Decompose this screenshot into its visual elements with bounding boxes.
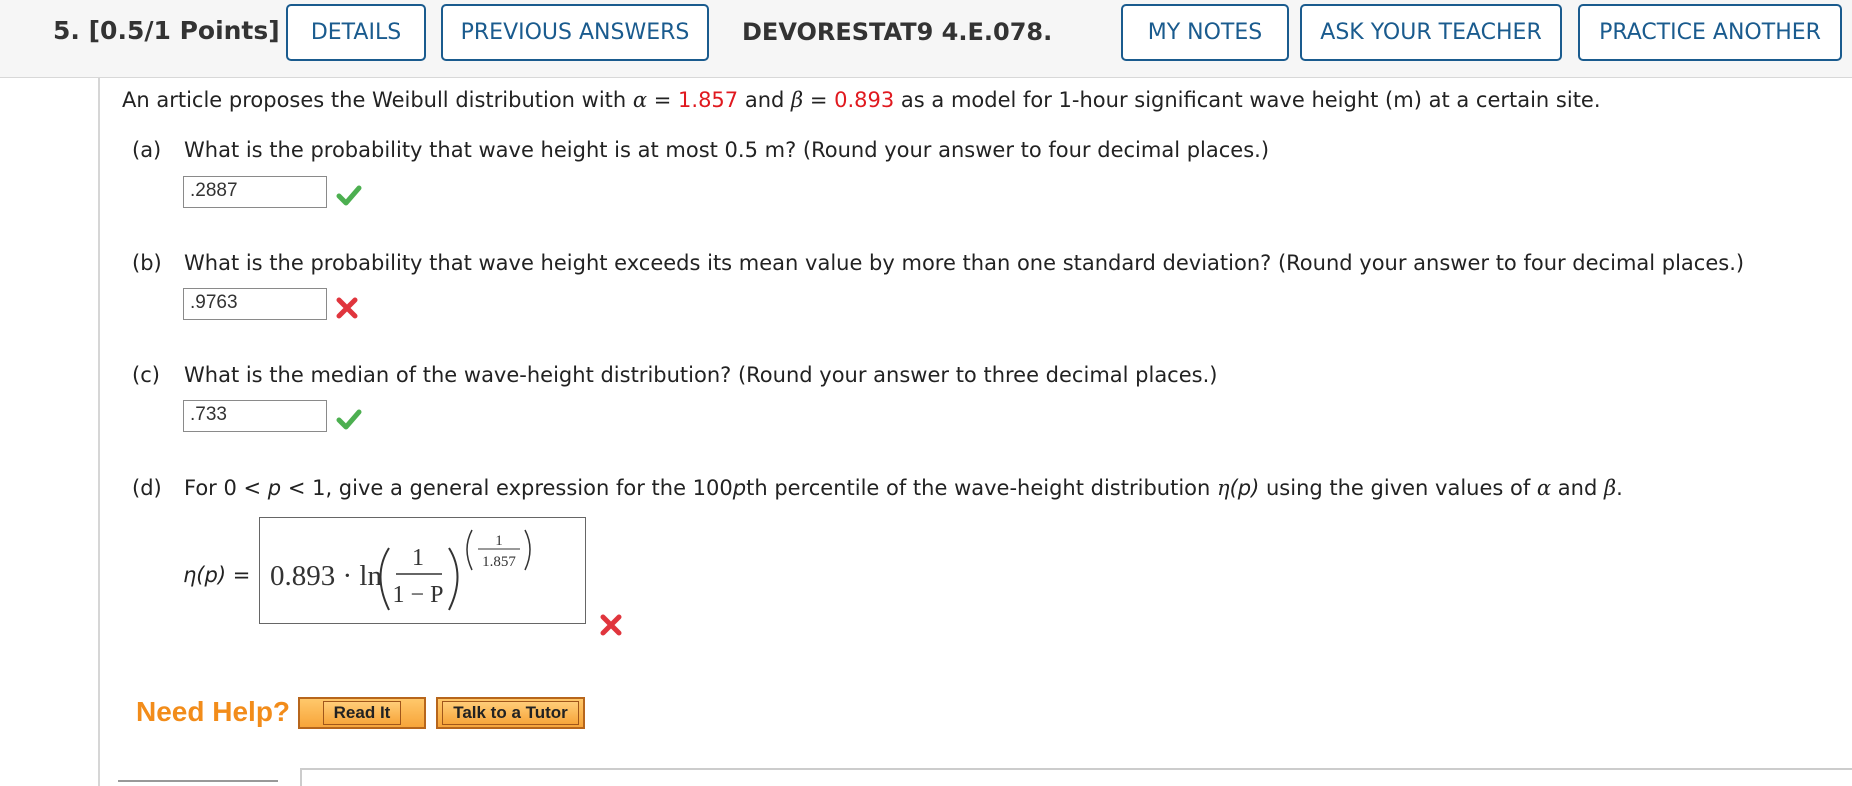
fraction-denominator: 1 − P [393,582,444,608]
talk-to-tutor-button[interactable]: Talk to a Tutor [436,697,585,729]
part-a-question: (a) What is the probability that wave hei… [132,138,1269,162]
part-d-math-answer-field[interactable]: 0.893 · ln 1 1 − P 1 1.857 [259,517,586,624]
next-section-border [300,768,1852,770]
intro-text: An article proposes the Weibull distribu… [122,88,633,112]
p-variable: p [732,476,747,500]
details-button[interactable]: DETAILS [286,4,426,61]
talk-to-tutor-label: Talk to a Tutor [442,701,579,725]
exp-left-paren [466,529,473,571]
part-a-label: (a) [132,138,162,162]
alpha-symbol: α [1536,476,1552,500]
exponent-numerator: 1 [495,533,503,549]
and-text: and [1551,476,1604,500]
bottom-divider [118,780,278,782]
period: . [1616,476,1623,500]
math-coefficient: 0.893 · ln [270,560,382,592]
question-number-points: 5. [0.5/1 Points] [53,16,280,45]
part-c-answer-field[interactable]: .733 [183,400,327,432]
eta-symbol: η [1217,476,1230,500]
previous-answers-button[interactable]: PREVIOUS ANSWERS [441,4,709,61]
next-section-border-left [300,768,302,786]
equals-sign: = [803,88,835,112]
part-d-text: using the given values of [1259,476,1537,500]
ask-your-teacher-button[interactable]: ASK YOUR TEACHER [1300,4,1562,61]
p-variable: p [267,476,282,500]
and-text: and [738,88,792,112]
problem-statement: An article proposes the Weibull distribu… [122,88,1601,112]
beta-value: 0.893 [834,88,895,112]
read-it-button[interactable]: Read It [298,697,426,729]
eta-p-label: η(p) = [183,563,250,587]
right-paren [448,547,459,611]
part-c-question: (c) What is the median of the wave-height… [132,363,1217,387]
alpha-value: 1.857 [678,88,739,112]
part-d-text: th percentile of the wave-height distrib… [746,476,1217,500]
part-b-label: (b) [132,251,162,275]
beta-symbol: β [1603,476,1617,500]
my-notes-button[interactable]: MY NOTES [1121,4,1289,61]
part-d-text: For 0 < [184,476,268,500]
question-id: DEVORESTAT9 4.E.078. [742,18,1053,46]
incorrect-x-icon [336,297,358,319]
part-b-answer-field[interactable]: .9763 [183,288,327,320]
intro-text-end: as a model for 1-hour significant wave h… [894,88,1601,112]
beta-symbol: β [791,88,804,112]
eta-argument: (p) [1229,476,1260,500]
incorrect-x-icon [600,614,622,636]
practice-another-button[interactable]: PRACTICE ANOTHER [1578,4,1842,61]
part-b-question: (b) What is the probability that wave hei… [132,251,1744,275]
correct-check-icon [336,185,362,206]
question-header: 5. [0.5/1 Points] DETAILS PREVIOUS ANSWE… [0,0,1852,78]
part-d-question: (d) For 0 < p < 1, give a general express… [132,476,1623,500]
part-c-label: (c) [132,363,160,387]
need-help-label: Need Help? [136,696,291,727]
correct-check-icon [336,409,362,430]
part-d-label: (d) [132,476,162,500]
alpha-symbol: α [632,88,648,112]
part-d-text: < 1, give a general expression for the 1… [281,476,733,500]
part-c-text: What is the median of the wave-height di… [184,363,1218,387]
question-number: 5. [53,16,80,45]
fraction-numerator: 1 [412,545,424,571]
part-a-text: What is the probability that wave height… [184,138,1270,162]
exponent-denominator: 1.857 [482,554,516,570]
math-expression: 0.893 · ln 1 1 − P 1 1.857 [270,529,531,611]
eta-label-text: η(p) = [183,563,251,587]
part-a-answer-field[interactable]: .2887 [183,176,327,208]
equals-sign: = [647,88,679,112]
content-left-border [98,78,100,786]
points-score: [0.5/1 Points] [88,16,280,45]
read-it-label: Read It [322,701,402,725]
exp-right-paren [524,529,531,571]
part-b-text: What is the probability that wave height… [184,251,1745,275]
